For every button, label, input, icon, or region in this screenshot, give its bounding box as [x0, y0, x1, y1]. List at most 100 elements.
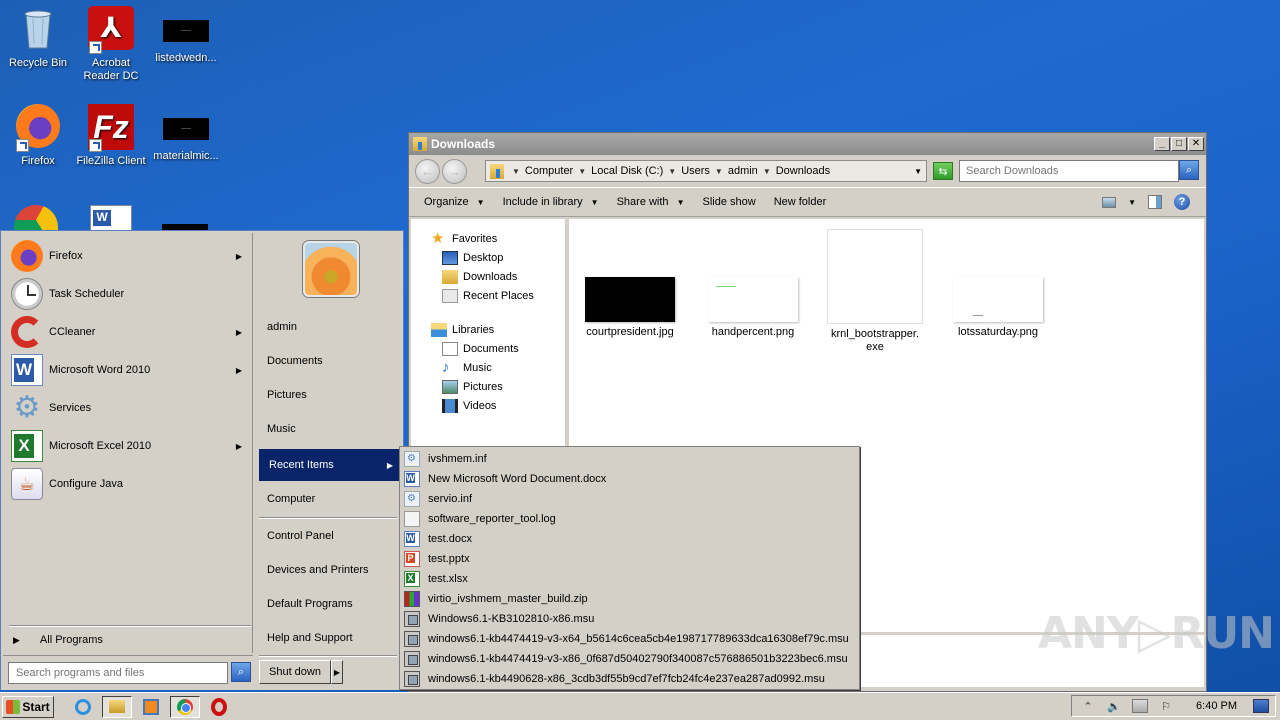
breadcrumb-downloads[interactable]: Downloads — [776, 165, 830, 177]
file-item[interactable]: lotssaturday.png — [943, 277, 1053, 339]
recent-item[interactable]: servio.inf — [400, 489, 859, 509]
breadcrumb-local-disk[interactable]: Local Disk (C:) — [591, 165, 663, 177]
desktop-icon-recycle-bin[interactable]: Recycle Bin — [0, 6, 76, 70]
link-computer[interactable]: Computer — [257, 483, 399, 515]
refresh-button[interactable]: ⇆ — [933, 162, 953, 180]
action-center-flag-icon[interactable]: ⚐ — [1158, 699, 1174, 713]
link-default-programs[interactable]: Default Programs — [257, 588, 399, 620]
slide-show-button[interactable]: Slide show — [702, 196, 763, 208]
program-excel[interactable]: X Microsoft Excel 2010 ▶ — [3, 427, 252, 465]
include-in-library-button[interactable]: Include in library ▼ — [503, 196, 607, 208]
chevron-down-icon[interactable]: ▼ — [512, 167, 520, 176]
desktop-icon-acrobat[interactable]: ⅄ Acrobat Reader DC — [73, 6, 149, 83]
taskbar-media-player[interactable] — [136, 696, 166, 718]
link-music[interactable]: Music — [257, 413, 399, 445]
chevron-down-icon[interactable]: ▼ — [578, 167, 586, 176]
program-word[interactable]: W Microsoft Word 2010 ▶ — [3, 351, 252, 389]
shutdown-options-button[interactable]: ▶ — [331, 660, 343, 684]
link-admin[interactable]: admin — [257, 311, 399, 343]
nav-favorites[interactable]: ★ Favorites — [411, 229, 565, 248]
forward-button[interactable]: → — [442, 158, 467, 184]
search-icon[interactable]: ⌕ — [231, 662, 251, 682]
minimize-button[interactable]: _ — [1154, 137, 1170, 151]
link-control-panel[interactable]: Control Panel — [257, 520, 399, 552]
recent-item[interactable]: test.docx — [400, 529, 859, 549]
share-with-button[interactable]: Share with ▼ — [617, 196, 693, 208]
program-task-scheduler[interactable]: Task Scheduler — [3, 275, 252, 313]
desktop-icon-file[interactable]: materialmic... — [148, 104, 224, 163]
program-services[interactable]: ⚙ Services — [3, 389, 252, 427]
program-ccleaner[interactable]: CCleaner ▶ — [3, 313, 252, 351]
program-configure-java[interactable]: ☕ Configure Java — [3, 465, 252, 503]
file-item[interactable]: krnl_bootstrapper. exe — [820, 229, 930, 354]
start-search-input[interactable] — [8, 662, 228, 684]
recent-item[interactable]: test.pptx — [400, 549, 859, 569]
chevron-down-icon[interactable]: ▼ — [763, 167, 771, 176]
help-icon[interactable]: ? — [1174, 194, 1190, 210]
nav-pictures[interactable]: Pictures — [411, 377, 565, 396]
nav-libraries[interactable]: Libraries — [411, 320, 565, 339]
organize-button[interactable]: Organize ▼ — [424, 196, 493, 208]
desktop-icon-filezilla[interactable]: Fz FileZilla Client — [73, 104, 149, 168]
recent-item[interactable]: windows6.1-kb4474419-v3-x86_0f687d504027… — [400, 649, 859, 669]
program-firefox[interactable]: Firefox ▶ — [3, 237, 252, 275]
start-button[interactable]: Start — [2, 695, 54, 718]
nav-videos[interactable]: Videos — [411, 396, 565, 415]
new-folder-button[interactable]: New folder — [774, 196, 835, 208]
nav-music[interactable]: ♪ Music — [411, 358, 565, 377]
nav-downloads[interactable]: Downloads — [411, 267, 565, 286]
clock[interactable]: 6:40 PM — [1196, 700, 1237, 712]
change-view-icon[interactable] — [1102, 196, 1117, 208]
link-devices-printers[interactable]: Devices and Printers — [257, 554, 399, 586]
recent-item[interactable]: virtio_ivshmem_master_build.zip — [400, 589, 859, 609]
chevron-down-icon[interactable]: ▼ — [715, 167, 723, 176]
preview-pane-icon[interactable] — [1148, 195, 1162, 209]
desktop-icon-firefox[interactable]: Firefox — [0, 104, 76, 168]
address-bar[interactable]: ▼ Computer ▼ Local Disk (C:) ▼ Users ▼ a… — [485, 160, 927, 182]
taskbar-chrome[interactable] — [170, 695, 200, 718]
link-recent-items[interactable]: Recent Items ▶ — [259, 449, 399, 481]
show-hidden-icons-icon[interactable]: ⌃ — [1080, 699, 1096, 713]
recent-item[interactable]: ivshmem.inf — [400, 449, 859, 469]
chevron-down-icon[interactable]: ▼ — [668, 167, 676, 176]
word-icon: W — [11, 354, 43, 386]
chevron-down-icon[interactable]: ▼ — [1128, 198, 1136, 207]
recent-item[interactable]: New Microsoft Word Document.docx — [400, 469, 859, 489]
desktop-icon-file[interactable]: listedwedn... — [148, 6, 224, 65]
firefox-icon — [14, 104, 62, 152]
word-desktop-icon[interactable]: W — [90, 205, 132, 233]
network-warning-icon[interactable] — [1132, 699, 1149, 713]
breadcrumb-computer[interactable]: Computer — [525, 165, 573, 177]
all-programs-button[interactable]: ▶ All Programs — [3, 629, 251, 651]
link-help-support[interactable]: Help and Support — [257, 622, 399, 654]
taskbar-internet-explorer[interactable] — [68, 696, 98, 718]
breadcrumb-admin[interactable]: admin — [728, 165, 758, 177]
search-downloads-input[interactable] — [959, 160, 1179, 182]
show-desktop-button[interactable] — [1253, 699, 1269, 713]
file-item[interactable]: handpercent.png — [698, 277, 808, 339]
close-button[interactable]: ✕ — [1188, 137, 1204, 151]
nav-recent-places[interactable]: Recent Places — [411, 286, 565, 305]
window-titlebar[interactable]: Downloads _ □ ✕ — [409, 133, 1206, 155]
link-documents[interactable]: Documents — [257, 345, 399, 377]
address-dropdown-icon[interactable]: ▼ — [914, 167, 922, 176]
recent-item[interactable]: software_reporter_tool.log — [400, 509, 859, 529]
file-item[interactable]: courtpresident.jpg — [575, 277, 685, 339]
volume-icon[interactable]: 🔈 — [1106, 699, 1122, 713]
recent-item[interactable]: Windows6.1-KB3102810-x86.msu — [400, 609, 859, 629]
recent-item[interactable]: test.xlsx — [400, 569, 859, 589]
taskbar-opera[interactable] — [204, 696, 234, 718]
link-pictures[interactable]: Pictures — [257, 379, 399, 411]
nav-documents[interactable]: Documents — [411, 339, 565, 358]
recent-item[interactable]: windows6.1-kb4474419-v3-x64_b5614c6cea5c… — [400, 629, 859, 649]
recent-item[interactable]: windows6.1-kb4490628-x86_3cdb3df55b9cd7e… — [400, 669, 859, 689]
shutdown-button[interactable]: Shut down — [259, 660, 331, 684]
breadcrumb-users[interactable]: Users — [681, 165, 710, 177]
back-button[interactable]: ← — [415, 158, 440, 184]
search-icon[interactable]: ⌕ — [1179, 160, 1199, 180]
inf-file-icon — [404, 451, 420, 467]
nav-desktop[interactable]: Desktop — [411, 248, 565, 267]
user-avatar[interactable] — [303, 241, 359, 297]
maximize-button[interactable]: □ — [1171, 137, 1187, 151]
taskbar-windows-explorer[interactable] — [102, 695, 132, 718]
